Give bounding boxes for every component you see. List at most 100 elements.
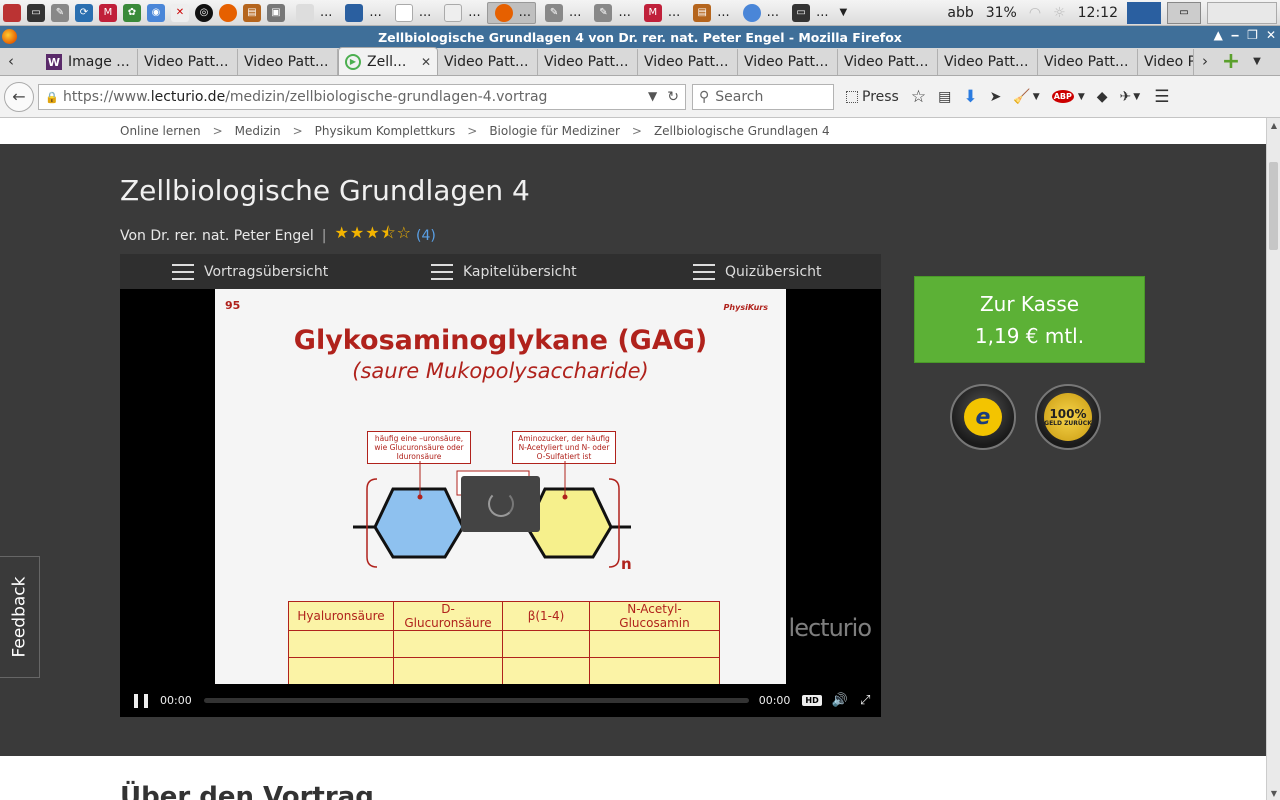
browser-tab[interactable]: Video Patt... [738, 49, 838, 75]
hamburger-menu-icon[interactable]: ☰ [1154, 84, 1169, 110]
new-tab-icon[interactable]: + [1216, 47, 1246, 75]
send-icon[interactable]: ➤ [990, 84, 1002, 110]
mail-icon[interactable]: M [99, 3, 117, 22]
network-icon[interactable]: ✿ [123, 3, 141, 22]
firefox-tray-icon[interactable] [1127, 1, 1161, 24]
scroll-down-arrow-icon[interactable]: ▼ [1267, 786, 1280, 800]
taskbar-task[interactable]: ... [388, 2, 435, 24]
taskbar-overflow-icon[interactable]: ▼ [839, 7, 847, 18]
bookmark-star-icon[interactable]: ☆ [911, 84, 926, 110]
download-icon[interactable]: ⬇ [963, 84, 977, 110]
browser-tab[interactable]: Video Patt... [838, 49, 938, 75]
firefox-icon[interactable] [219, 3, 237, 22]
checkout-button[interactable]: Zur Kasse 1,19 € mtl. [914, 276, 1145, 363]
dropdown-icon[interactable]: ▼ [1078, 84, 1085, 110]
taskbar-task[interactable]: ... [736, 2, 783, 24]
tabs-scroll-right-icon[interactable]: › [1194, 47, 1216, 75]
browser-tab[interactable]: Video Patt... [938, 49, 1038, 75]
keyboard-layout[interactable]: abb [947, 5, 973, 21]
taskbar-task[interactable]: M... [637, 2, 684, 24]
dropdown-icon[interactable]: ▼ [1133, 84, 1140, 110]
task-label: ... [320, 5, 333, 20]
taskbar-task[interactable]: ▤... [686, 2, 733, 24]
broom-icon[interactable]: 🧹 [1013, 84, 1030, 110]
quiz-overview-button[interactable]: Quizübersicht [693, 254, 822, 289]
browser-tab[interactable]: Video Patt... [438, 49, 538, 75]
close-icon[interactable]: ✕ [1266, 28, 1276, 42]
breadcrumb-item[interactable]: Biologie für Mediziner [489, 124, 620, 138]
browser-tab[interactable]: Video Patt... [1038, 49, 1138, 75]
pause-icon[interactable] [134, 693, 148, 708]
workspace-switcher[interactable] [1207, 1, 1277, 24]
video-player[interactable]: Vortragsübersicht Kapitelübersicht Quizü… [120, 254, 881, 717]
lecture-hero: Zellbiologische Grundlagen 4 Von Dr. rer… [0, 144, 1266, 756]
taskbar-task[interactable]: ▭... [785, 2, 832, 24]
minimize-icon[interactable]: ‒ [1231, 28, 1239, 42]
sync-icon[interactable]: ⟳ [75, 3, 93, 22]
wifi-icon[interactable]: ◠ [1029, 5, 1041, 21]
browser-tab-active[interactable]: ▶ Zell... ✕ [338, 47, 438, 75]
reload-icon[interactable]: ↻ [667, 89, 679, 105]
browser-tab[interactable]: Video Patt... [638, 49, 738, 75]
search-bar[interactable]: ⚲ Search [692, 83, 834, 110]
fullscreen-icon[interactable]: ⤢ [860, 693, 870, 708]
taskbar-task[interactable]: ✎... [538, 2, 585, 24]
text-editor-icon[interactable]: ✎ [51, 3, 69, 22]
back-button[interactable]: ← [4, 81, 34, 112]
chrome-icon[interactable]: ◉ [147, 3, 165, 22]
url-domain: lecturio.de [150, 88, 226, 105]
addon-icon[interactable]: ✈ [1120, 84, 1132, 110]
taskbar-task[interactable]: ... [338, 2, 385, 24]
taskbar-task[interactable]: ... [289, 2, 336, 24]
circle-app-icon[interactable]: ◎ [195, 3, 213, 22]
browser-tab[interactable]: W Image ... [40, 49, 138, 75]
tab-list-icon[interactable]: ▼ [1246, 47, 1268, 75]
breadcrumb-item[interactable]: Physikum Komplettkurs [315, 124, 456, 138]
money-back-badge[interactable]: 100% GELD ZURÜCK [1035, 384, 1101, 450]
taskbar-task-active[interactable]: ... [486, 1, 537, 24]
maximize-icon[interactable]: ❐ [1247, 28, 1258, 42]
breadcrumb-item[interactable]: Medizin [235, 124, 281, 138]
x-app-icon[interactable]: ✕ [171, 3, 189, 22]
task-label: ... [468, 5, 481, 20]
archive-icon[interactable]: ▤ [243, 3, 261, 22]
close-tab-icon[interactable]: ✕ [421, 55, 431, 69]
scroll-up-icon[interactable]: ▲ [1214, 28, 1223, 42]
browser-tab[interactable]: Video Patt... [238, 49, 338, 75]
document-icon [345, 3, 364, 22]
scrollbar-thumb[interactable] [1269, 162, 1278, 250]
rating-stars[interactable]: ★★★⯪☆ [335, 222, 413, 249]
hd-quality-button[interactable]: HD [802, 695, 822, 706]
table-row: Hyaluronsäure D-Glucuronsäure β(1-4) N-A… [288, 601, 720, 631]
taskbar-task[interactable]: ... [437, 2, 484, 24]
volume-icon[interactable]: 🔊 [832, 693, 848, 708]
lecture-overview-button[interactable]: Vortragsübersicht [172, 254, 328, 289]
progress-bar[interactable] [203, 698, 749, 703]
feedback-tab[interactable]: Feedback [0, 556, 40, 678]
terminal-icon[interactable]: ▭ [27, 3, 45, 22]
author-name[interactable]: Von Dr. rer. nat. Peter Engel [120, 228, 314, 244]
screenshot-icon[interactable]: ▣ [267, 3, 285, 22]
taskbar-task[interactable]: ✎... [587, 2, 634, 24]
extension-icon[interactable]: ◆ [1097, 84, 1108, 110]
rating-count[interactable]: (4) [416, 228, 436, 244]
trusted-shops-badge[interactable]: e [950, 384, 1016, 450]
breadcrumb-item[interactable]: Online lernen [120, 124, 201, 138]
browser-tab[interactable]: Video Patt... [538, 49, 638, 75]
app-menu-icon[interactable] [3, 3, 21, 22]
scroll-up-arrow-icon[interactable]: ▲ [1267, 118, 1280, 132]
brightness-icon[interactable]: ☼ [1053, 5, 1066, 21]
press-button[interactable]: Press [846, 84, 899, 110]
browser-tab[interactable]: Video P [1138, 49, 1194, 75]
adblock-icon[interactable]: ABP [1051, 84, 1074, 110]
task-label: ... [766, 5, 780, 20]
chapter-overview-button[interactable]: Kapitelübersicht [431, 254, 577, 289]
reading-list-icon[interactable]: ▤ [938, 84, 951, 110]
url-history-dropdown-icon[interactable]: ▼ [648, 89, 657, 105]
tabs-scroll-left-icon[interactable]: ‹ [0, 47, 22, 75]
terminal-tray-icon[interactable]: ▭ [1167, 1, 1201, 24]
url-bar[interactable]: 🔒 https://www. lecturio.de/medizin/zellbi… [38, 83, 686, 110]
dropdown-icon[interactable]: ▼ [1033, 84, 1040, 110]
browser-tab[interactable]: Video Patt... [138, 49, 238, 75]
page-scrollbar[interactable]: ▲ ▼ [1266, 118, 1280, 800]
